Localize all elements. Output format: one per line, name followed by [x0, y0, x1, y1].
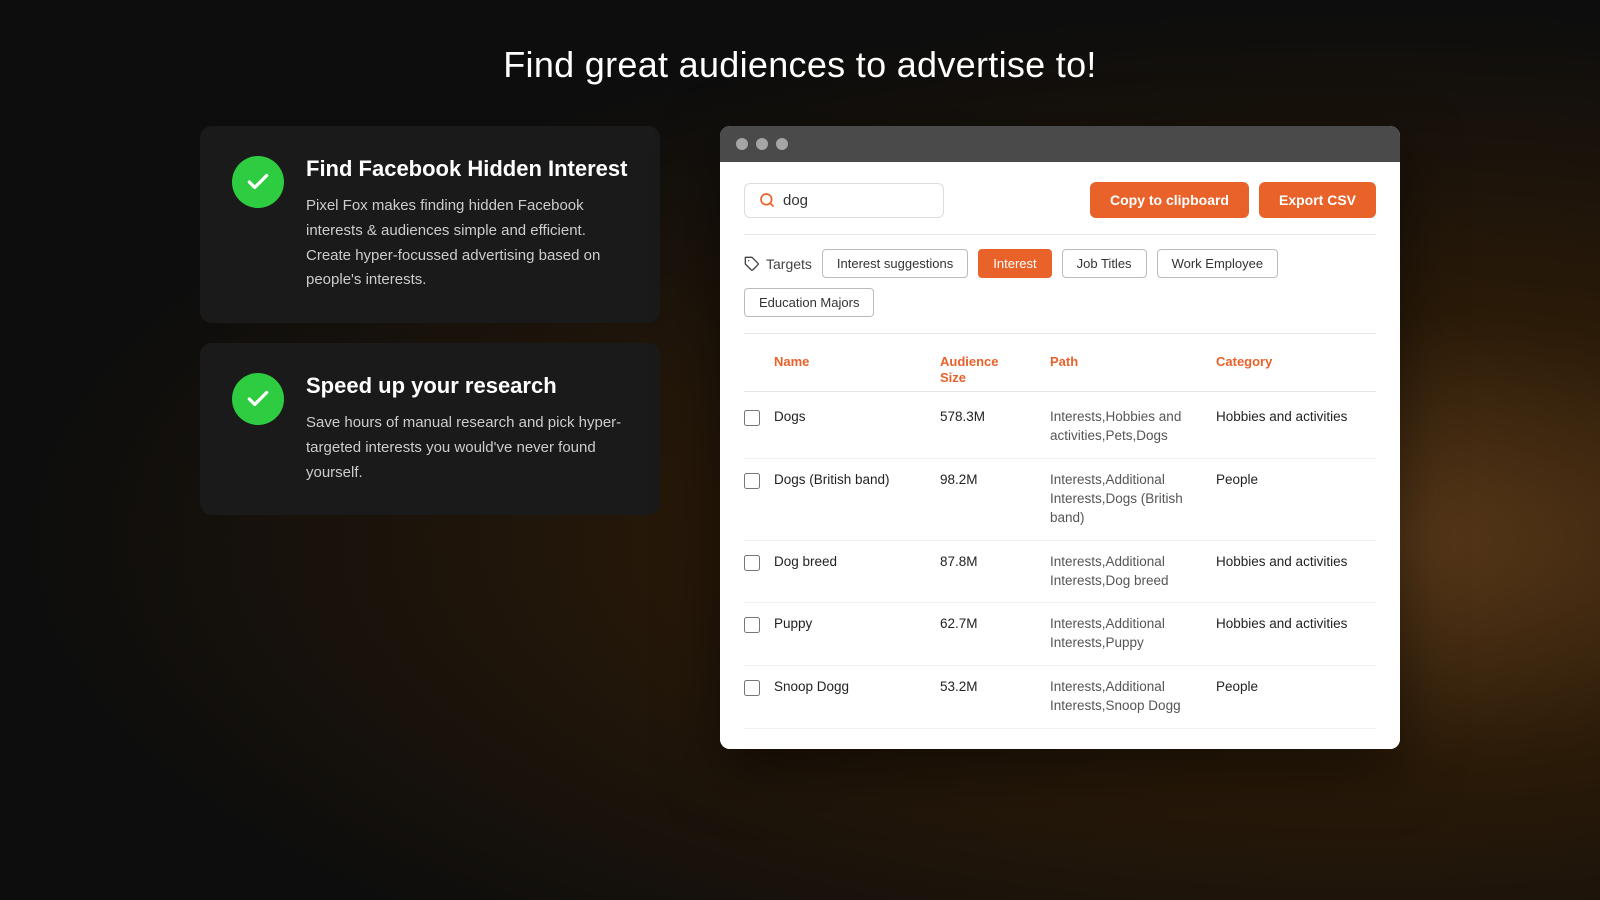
feature-heading-speed: Speed up your research: [306, 373, 628, 399]
action-buttons: Copy to clipboard Export CSV: [1090, 182, 1376, 218]
cell-name-4: Snoop Dogg: [774, 678, 940, 697]
row-checkbox-4[interactable]: [744, 680, 760, 696]
divider-2: [744, 333, 1376, 334]
table-row: Puppy 62.7M Interests,Additional Interes…: [744, 603, 1376, 666]
filter-interest[interactable]: Interest: [978, 249, 1051, 278]
col-header-checkbox: [744, 354, 774, 385]
cell-name-0: Dogs: [774, 408, 940, 427]
table-row: Dogs (British band) 98.2M Interests,Addi…: [744, 459, 1376, 541]
feature-text-speed: Speed up your research Save hours of man…: [306, 373, 628, 485]
cell-path-0: Interests,Hobbies and activities,Pets,Do…: [1050, 408, 1216, 446]
table-row: Dogs 578.3M Interests,Hobbies and activi…: [744, 396, 1376, 459]
table-body: Dogs 578.3M Interests,Hobbies and activi…: [744, 396, 1376, 729]
page: Find great audiences to advertise to! Fi…: [0, 0, 1600, 900]
page-title: Find great audiences to advertise to!: [503, 44, 1096, 86]
row-checkbox-3[interactable]: [744, 617, 760, 633]
feature-card-find: Find Facebook Hidden Interest Pixel Fox …: [200, 126, 660, 323]
cell-name-1: Dogs (British band): [774, 471, 940, 490]
left-column: Find Facebook Hidden Interest Pixel Fox …: [200, 126, 660, 515]
col-header-name: Name: [774, 354, 940, 385]
cell-category-1: People: [1216, 471, 1376, 490]
feature-body-speed: Save hours of manual research and pick h…: [306, 411, 628, 485]
filter-job-titles[interactable]: Job Titles: [1062, 249, 1147, 278]
browser-dot-1: [736, 138, 748, 150]
app-content: dog Copy to clipboard Export CSV: [720, 162, 1400, 749]
check-icon-speed: [232, 373, 284, 425]
cell-path-2: Interests,Additional Interests,Dog breed: [1050, 553, 1216, 591]
feature-card-speed: Speed up your research Save hours of man…: [200, 343, 660, 515]
feature-text-find: Find Facebook Hidden Interest Pixel Fox …: [306, 156, 628, 293]
filter-interest-suggestions[interactable]: Interest suggestions: [822, 249, 968, 278]
cell-path-1: Interests,Additional Interests,Dogs (Bri…: [1050, 471, 1216, 528]
divider-1: [744, 234, 1376, 235]
filter-education-majors[interactable]: Education Majors: [744, 288, 874, 317]
table-row: Dog breed 87.8M Interests,Additional Int…: [744, 541, 1376, 604]
feature-body-find: Pixel Fox makes finding hidden Facebook …: [306, 194, 628, 293]
main-content: Find Facebook Hidden Interest Pixel Fox …: [200, 126, 1400, 749]
cell-category-3: Hobbies and activities: [1216, 615, 1376, 634]
cell-audience-1: 98.2M: [940, 471, 1050, 490]
search-row: dog Copy to clipboard Export CSV: [744, 182, 1376, 218]
col-header-path: Path: [1050, 354, 1216, 385]
col-header-category: Category: [1216, 354, 1376, 385]
cell-name-3: Puppy: [774, 615, 940, 634]
filter-work-employee[interactable]: Work Employee: [1157, 249, 1279, 278]
targets-label: Targets: [744, 256, 812, 272]
cell-name-2: Dog breed: [774, 553, 940, 572]
browser-mockup: dog Copy to clipboard Export CSV: [720, 126, 1400, 749]
row-checkbox-0[interactable]: [744, 410, 760, 426]
cell-audience-3: 62.7M: [940, 615, 1050, 634]
targets-row: Targets Interest suggestions Interest Jo…: [744, 249, 1376, 317]
table-row: Snoop Dogg 53.2M Interests,Additional In…: [744, 666, 1376, 729]
row-checkbox-2[interactable]: [744, 555, 760, 571]
browser-dot-2: [756, 138, 768, 150]
cell-category-0: Hobbies and activities: [1216, 408, 1376, 427]
check-icon-find: [232, 156, 284, 208]
cell-audience-4: 53.2M: [940, 678, 1050, 697]
cell-category-4: People: [1216, 678, 1376, 697]
tag-icon: [744, 256, 760, 272]
browser-dot-3: [776, 138, 788, 150]
copy-to-clipboard-button[interactable]: Copy to clipboard: [1090, 182, 1249, 218]
cell-path-4: Interests,Additional Interests,Snoop Dog…: [1050, 678, 1216, 716]
col-header-audience: AudienceSize: [940, 354, 1050, 385]
feature-heading-find: Find Facebook Hidden Interest: [306, 156, 628, 182]
table-header: Name AudienceSize Path Category: [744, 348, 1376, 392]
search-value: dog: [783, 192, 808, 209]
export-csv-button[interactable]: Export CSV: [1259, 182, 1376, 218]
search-box[interactable]: dog: [744, 183, 944, 218]
row-checkbox-1[interactable]: [744, 473, 760, 489]
cell-audience-0: 578.3M: [940, 408, 1050, 427]
cell-path-3: Interests,Additional Interests,Puppy: [1050, 615, 1216, 653]
browser-titlebar: [720, 126, 1400, 162]
cell-audience-2: 87.8M: [940, 553, 1050, 572]
cell-category-2: Hobbies and activities: [1216, 553, 1376, 572]
search-icon: [759, 192, 775, 208]
